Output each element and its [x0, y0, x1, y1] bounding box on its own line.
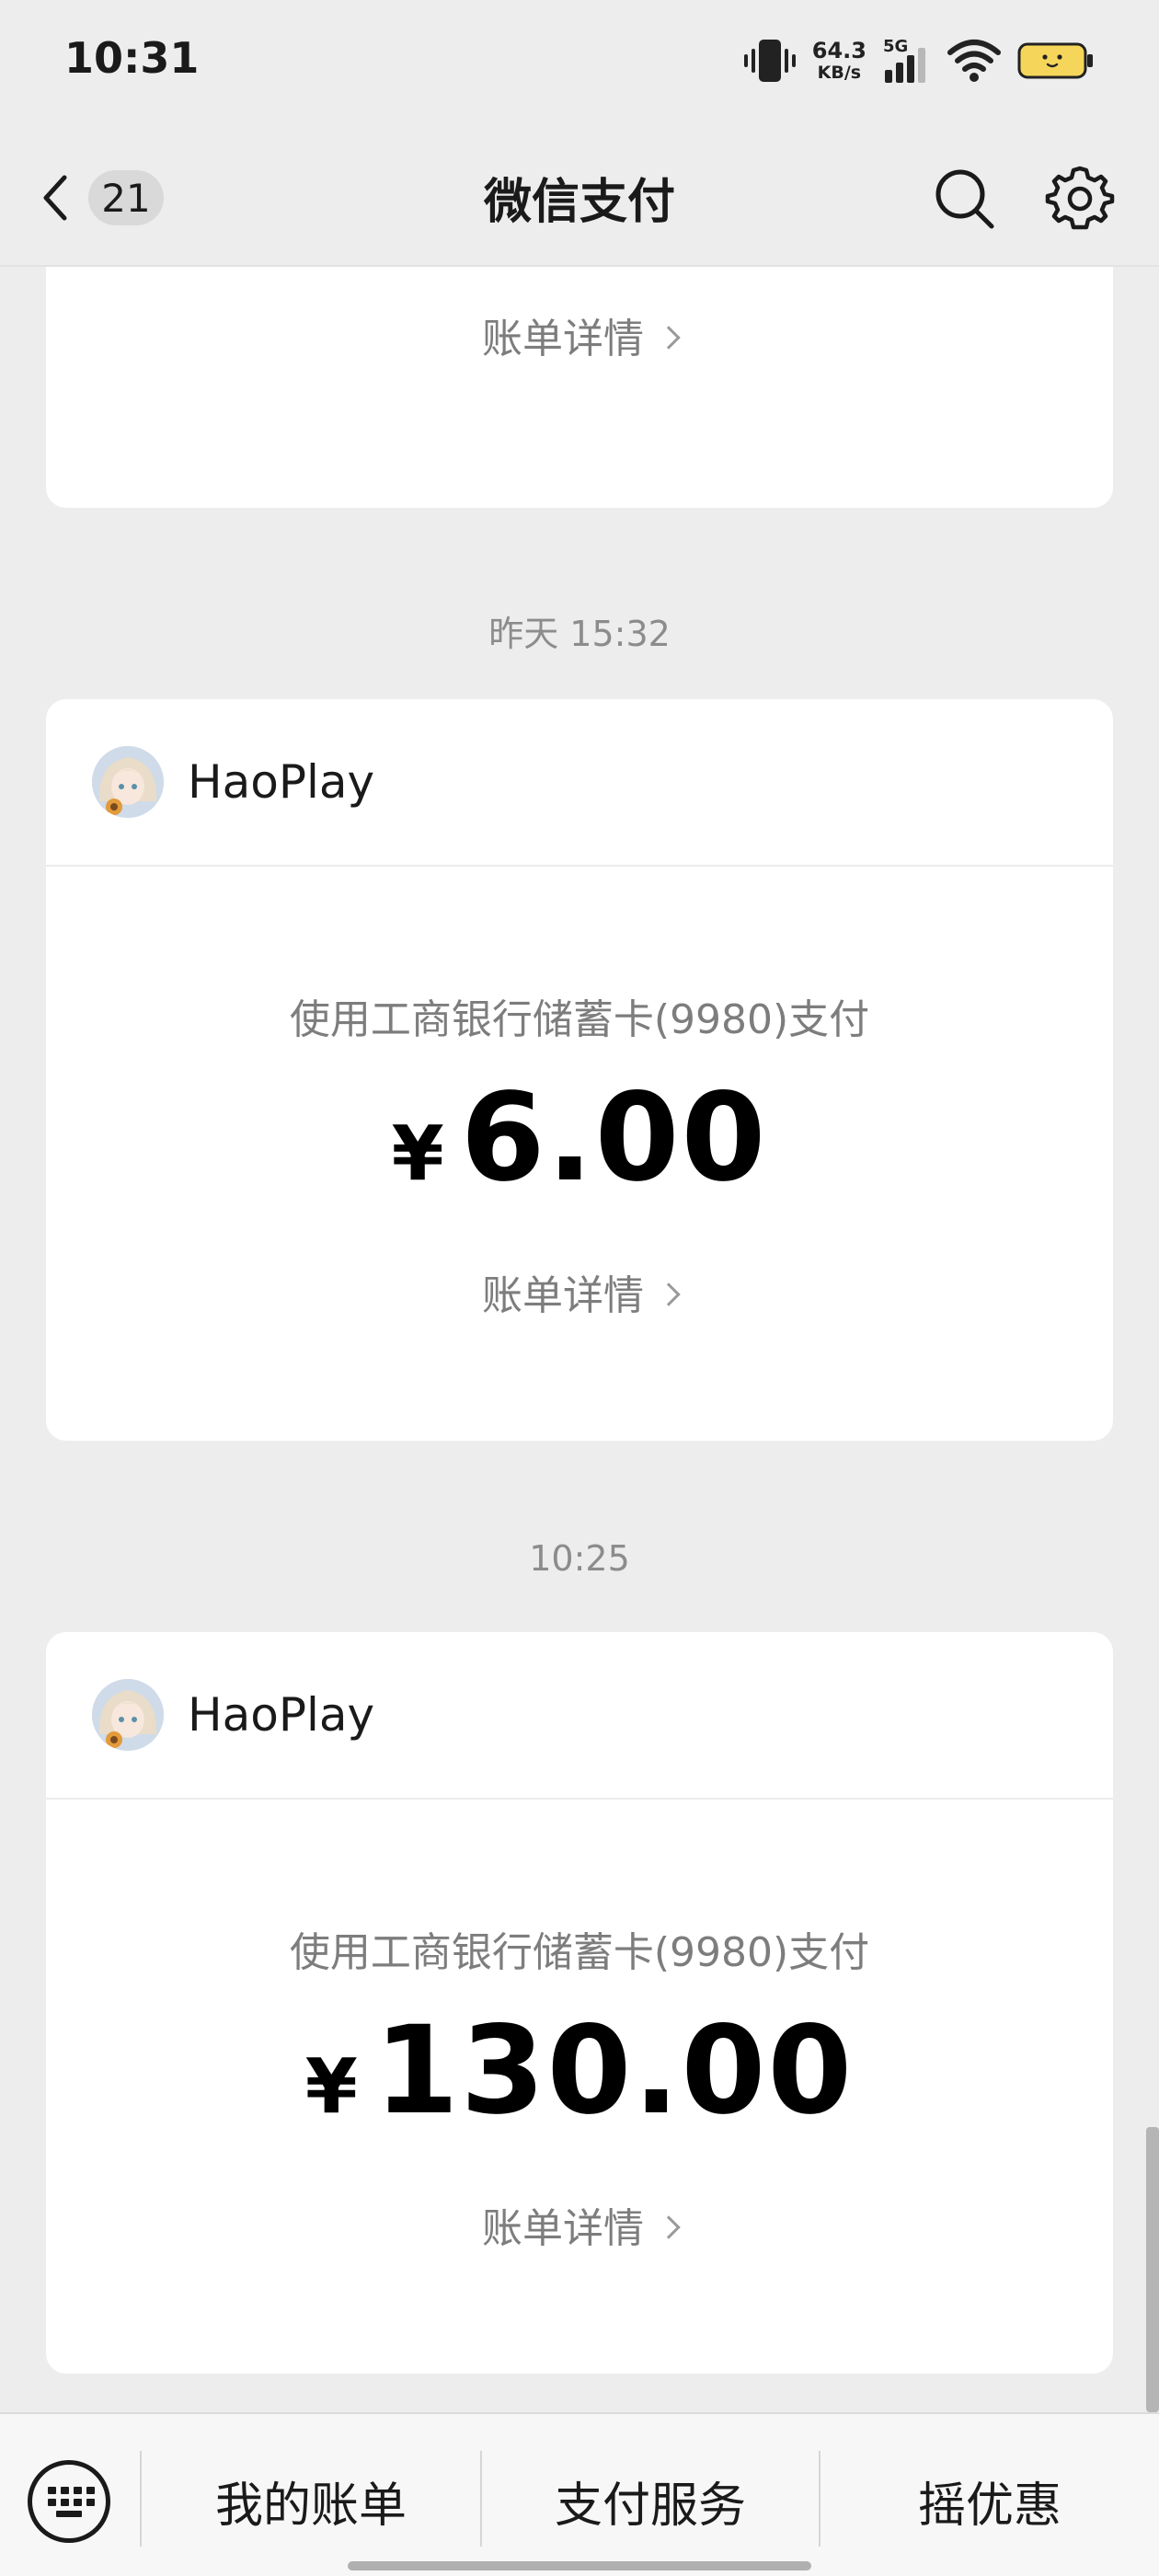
network-speed: 64.3 KB/s — [812, 40, 866, 82]
currency-symbol: ¥ — [304, 2043, 358, 2131]
payment-amount: ¥ 6.00 — [46, 1067, 1113, 1209]
card-header[interactable]: HaoPlay — [46, 1632, 1113, 1800]
merchant-name: HaoPlay — [188, 1688, 375, 1742]
payment-amount: ¥ 130.00 — [46, 2000, 1113, 2142]
payment-method: 使用工商银行储蓄卡(9980)支付 — [289, 1929, 870, 1976]
settings-button[interactable] — [1043, 161, 1117, 235]
chevron-right-icon — [657, 2215, 681, 2239]
payment-card[interactable]: HaoPlay 使用工商银行储蓄卡(9980)支付 ¥ 6.00 账单详情 — [46, 699, 1113, 1441]
network-speed-unit: KB/s — [817, 63, 862, 83]
menu-shake-offers[interactable]: 摇优惠 — [820, 2464, 1159, 2537]
search-icon — [935, 169, 994, 229]
status-bar: 10:31 64.3 KB/s 5G — [0, 0, 1159, 124]
currency-symbol: ¥ — [391, 1110, 444, 1198]
payment-card-partial: 账单详情 — [46, 267, 1113, 508]
nav-header: 21 微信支付 — [0, 124, 1159, 267]
settings-icon — [1045, 166, 1115, 230]
merchant-name: HaoPlay — [188, 755, 375, 809]
menu-payment-services[interactable]: 支付服务 — [482, 2464, 819, 2537]
amount-value: 130.00 — [373, 2000, 855, 2142]
bill-detail-link[interactable]: 账单详情 — [46, 305, 1113, 364]
chevron-right-icon — [657, 326, 681, 350]
merchant-avatar[interactable] — [92, 746, 164, 818]
battery-icon — [1017, 42, 1093, 79]
bottom-menu-bar: 我的账单 支付服务 摇优惠 — [0, 2412, 1159, 2576]
amount-value: 6.00 — [460, 1067, 768, 1209]
chevron-right-icon — [657, 1282, 681, 1306]
keyboard-icon[interactable] — [28, 2460, 110, 2543]
message-timestamp: 10:25 — [529, 1538, 630, 1579]
status-indicators: 64.3 KB/s 5G — [743, 33, 1095, 88]
message-feed[interactable]: 账单详情 昨天 15:32 HaoPlay 使用工商银行储蓄卡(9980)支付 — [0, 267, 1159, 2412]
card-header[interactable]: HaoPlay — [46, 699, 1113, 867]
payment-method: 使用工商银行储蓄卡(9980)支付 — [289, 996, 870, 1043]
network-speed-value: 64.3 — [811, 38, 866, 63]
menu-my-bills[interactable]: 我的账单 — [142, 2464, 480, 2537]
search-button[interactable] — [931, 161, 999, 235]
message-timestamp: 昨天 15:32 — [488, 614, 671, 654]
scrollbar-thumb[interactable] — [1146, 2127, 1159, 2412]
network-type: 5G — [883, 37, 909, 56]
payment-card[interactable]: HaoPlay 使用工商银行储蓄卡(9980)支付 ¥ 130.00 账单详情 — [46, 1632, 1113, 2374]
bill-detail-link[interactable]: 账单详情 — [46, 1262, 1113, 1321]
bill-detail-link[interactable]: 账单详情 — [46, 2195, 1113, 2254]
status-time: 10:31 — [64, 33, 200, 83]
vibrate-icon — [743, 38, 796, 84]
home-indicator[interactable] — [348, 2561, 811, 2570]
merchant-avatar[interactable] — [92, 1679, 164, 1751]
signal-icon: 5G — [883, 37, 931, 85]
wifi-icon — [947, 40, 1001, 82]
